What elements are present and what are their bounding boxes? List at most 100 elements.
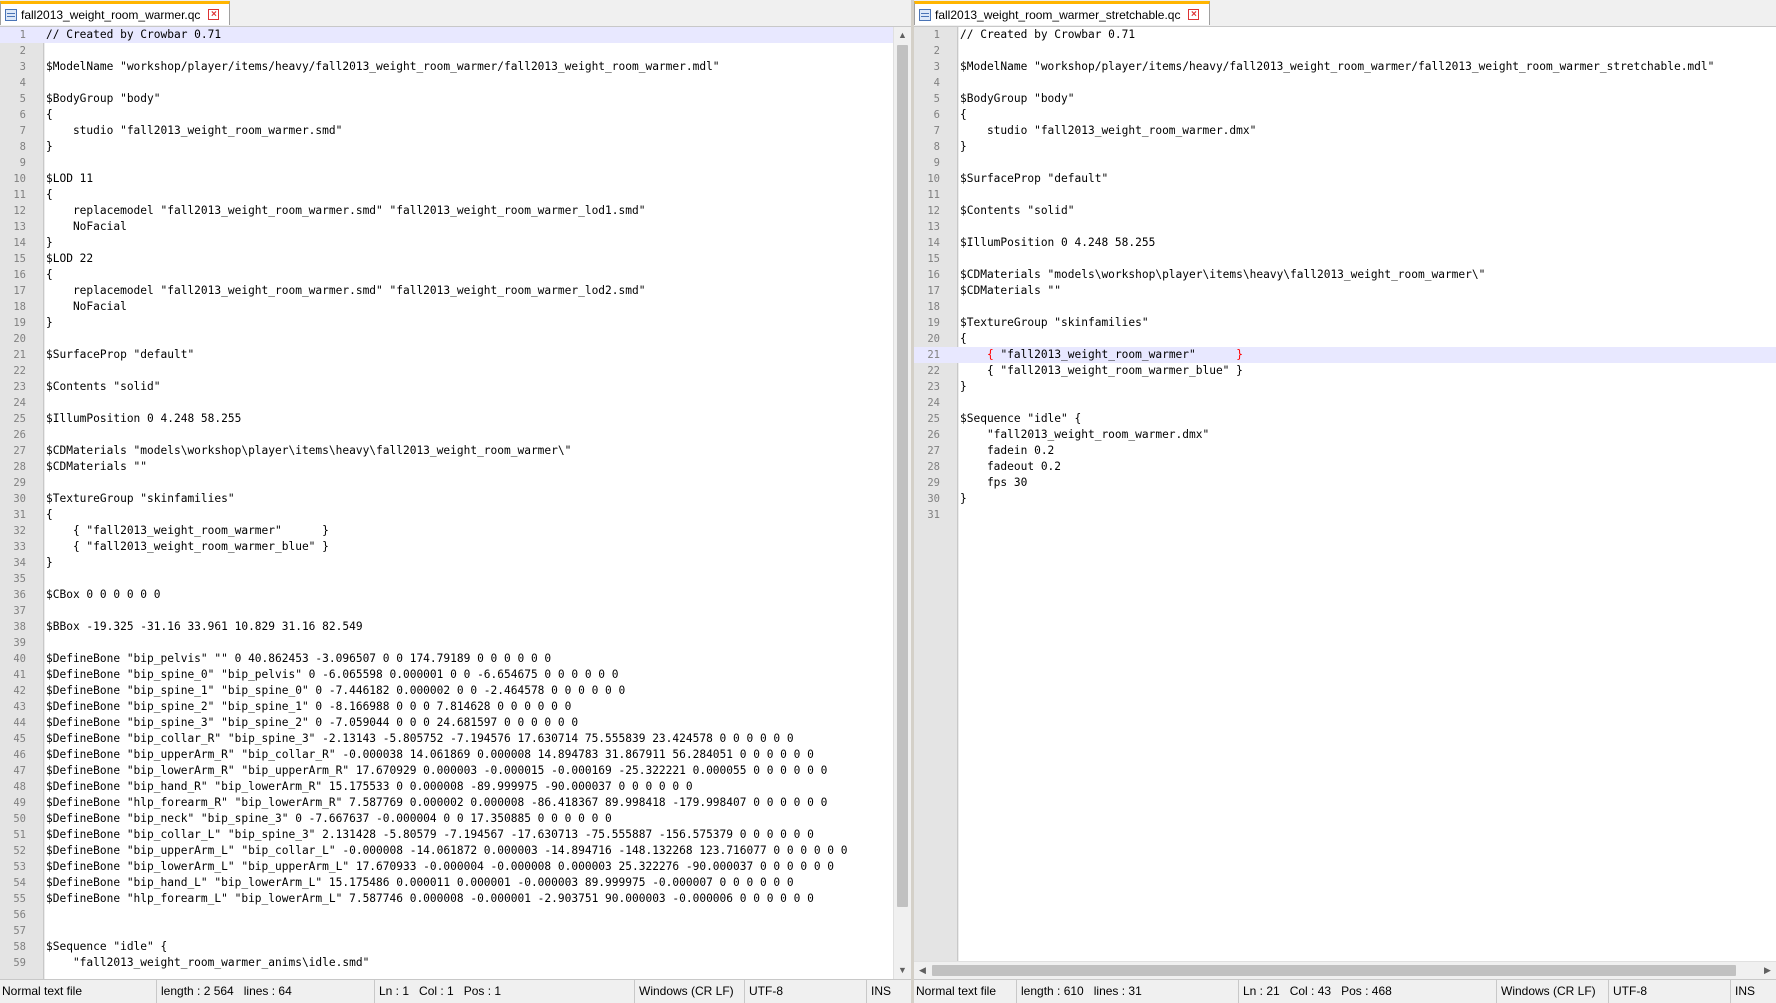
code-line[interactable]: 7 studio "fall2013_weight_room_warmer.sm… xyxy=(0,123,911,139)
code-line[interactable]: 5 $BodyGroup "body" xyxy=(914,91,1776,107)
left-editor[interactable]: 1// Created by Crowbar 0.71 2 3 $ModelName … xyxy=(0,27,911,979)
code-line[interactable]: 16 { xyxy=(0,267,911,283)
code-line[interactable]: 17 $CDMaterials "" xyxy=(914,283,1776,299)
code-line[interactable]: 3 $ModelName "workshop/player/items/heavy… xyxy=(914,59,1776,75)
code-line[interactable]: 7 studio "fall2013_weight_room_warmer.dm… xyxy=(914,123,1776,139)
code-line[interactable]: 19 $TextureGroup "skinfamilies" xyxy=(914,315,1776,331)
code-line[interactable]: 52 $DefineBone "bip_upperArm_L" "bip_coll… xyxy=(0,843,911,859)
code-line[interactable]: 27 fadein 0.2 xyxy=(914,443,1776,459)
text-area[interactable]: 1// Created by Crowbar 0.71 2 3 $ModelName … xyxy=(914,27,1776,523)
code-line[interactable]: 23} xyxy=(914,379,1776,395)
code-line[interactable]: 43 $DefineBone "bip_spine_2" "bip_spine_1… xyxy=(0,699,911,715)
code-line[interactable]: 18 xyxy=(914,299,1776,315)
code-line[interactable]: 20 { xyxy=(914,331,1776,347)
code-line[interactable]: 31 xyxy=(914,507,1776,523)
code-line[interactable]: 11 xyxy=(914,187,1776,203)
code-line[interactable]: 30} xyxy=(914,491,1776,507)
code-line[interactable]: 9 xyxy=(0,155,911,171)
code-line[interactable]: 27 $CDMaterials "models\workshop\player\i… xyxy=(0,443,911,459)
code-line[interactable]: 50 $DefineBone "bip_neck" "bip_spine_3" 0… xyxy=(0,811,911,827)
code-line[interactable]: 13 NoFacial xyxy=(0,219,911,235)
code-line[interactable]: 45 $DefineBone "bip_collar_R" "bip_spine_… xyxy=(0,731,911,747)
code-line[interactable]: 22 { "fall2013_weight_room_warmer_blue" … xyxy=(914,363,1776,379)
code-line[interactable]: 1 // Created by Crowbar 0.71 xyxy=(914,27,1776,43)
code-line[interactable]: 36 $CBox 0 0 0 0 0 0 xyxy=(0,587,911,603)
code-line[interactable]: 24 xyxy=(0,395,911,411)
code-line[interactable]: 16 $CDMaterials "models\workshop\player\i… xyxy=(914,267,1776,283)
scroll-thumb[interactable] xyxy=(897,45,908,907)
status-eol[interactable]: Windows (CR LF) xyxy=(1496,980,1611,1003)
code-line[interactable]: 39 xyxy=(0,635,911,651)
code-line[interactable]: 33 { "fall2013_weight_room_warmer_blue" … xyxy=(0,539,911,555)
code-line[interactable]: 57 xyxy=(0,923,911,939)
code-line[interactable]: 15 $LOD 22 xyxy=(0,251,911,267)
text-area[interactable]: 1// Created by Crowbar 0.71 2 3 $ModelName … xyxy=(0,27,911,971)
code-line[interactable]: 22 xyxy=(0,363,911,379)
code-line[interactable]: 51 $DefineBone "bip_collar_L" "bip_spine_… xyxy=(0,827,911,843)
vertical-scrollbar[interactable]: ▲ ▼ xyxy=(893,27,911,979)
code-line[interactable]: 12 replacemodel "fall2013_weight_room_wa… xyxy=(0,203,911,219)
scroll-left-icon[interactable]: ◀ xyxy=(914,962,931,979)
code-line[interactable]: 38 $BBox -19.325 -31.16 33.961 10.829 31.… xyxy=(0,619,911,635)
code-line[interactable]: 25 $Sequence "idle" { xyxy=(914,411,1776,427)
code-line[interactable]: 26 xyxy=(0,427,911,443)
code-line[interactable]: 29 fps 30 xyxy=(914,475,1776,491)
code-line[interactable]: 17 replacemodel "fall2013_weight_room_wa… xyxy=(0,283,911,299)
code-line[interactable]: 54 $DefineBone "bip_hand_L" "bip_lowerArm… xyxy=(0,875,911,891)
code-line[interactable]: 1 // Created by Crowbar 0.71 xyxy=(0,27,911,43)
code-line[interactable]: 14 $IllumPosition 0 4.248 58.255 xyxy=(914,235,1776,251)
code-line[interactable]: 59 "fall2013_weight_room_warmer_anims\id… xyxy=(0,955,911,971)
code-line[interactable]: 30 $TextureGroup "skinfamilies" xyxy=(0,491,911,507)
code-line[interactable]: 25 $IllumPosition 0 4.248 58.255 xyxy=(0,411,911,427)
close-icon[interactable]: × xyxy=(1188,9,1200,20)
code-line[interactable]: 28 fadeout 0.2 xyxy=(914,459,1776,475)
code-line[interactable]: 6{ xyxy=(914,107,1776,123)
code-line[interactable]: 12 $Contents "solid" xyxy=(914,203,1776,219)
code-line[interactable]: 2 xyxy=(914,43,1776,59)
code-line[interactable]: 37 xyxy=(0,603,911,619)
code-line[interactable]: 21 $SurfaceProp "default" xyxy=(0,347,911,363)
tab-right-file[interactable]: fall2013_weight_room_warmer_stretchable.… xyxy=(914,1,1211,25)
code-line[interactable]: 3 $ModelName "workshop/player/items/heavy… xyxy=(0,59,911,75)
code-line[interactable]: 5 $BodyGroup "body" xyxy=(0,91,911,107)
code-line[interactable]: 10 $SurfaceProp "default" xyxy=(914,171,1776,187)
code-line[interactable]: 10 $LOD 11 xyxy=(0,171,911,187)
code-line[interactable]: 44 $DefineBone "bip_spine_3" "bip_spine_2… xyxy=(0,715,911,731)
code-line[interactable]: 42 $DefineBone "bip_spine_1" "bip_spine_0… xyxy=(0,683,911,699)
code-line[interactable]: 8} xyxy=(914,139,1776,155)
code-line[interactable]: 56 xyxy=(0,907,911,923)
code-line[interactable]: 34} xyxy=(0,555,911,571)
code-line[interactable]: 8} xyxy=(0,139,911,155)
code-line[interactable]: 4 xyxy=(914,75,1776,91)
code-line[interactable]: 2 xyxy=(0,43,911,59)
scroll-right-icon[interactable]: ▶ xyxy=(1759,962,1776,979)
code-line[interactable]: 58 $Sequence "idle" { xyxy=(0,939,911,955)
close-icon[interactable]: × xyxy=(208,9,220,20)
status-eol[interactable]: Windows (CR LF) xyxy=(634,980,747,1003)
code-line[interactable]: 40 $DefineBone "bip_pelvis" "" 0 40.86245… xyxy=(0,651,911,667)
code-line[interactable]: 13 xyxy=(914,219,1776,235)
horizontal-scrollbar[interactable]: ◀ ▶ xyxy=(914,961,1776,979)
code-line[interactable]: 53 $DefineBone "bip_lowerArm_L" "bip_uppe… xyxy=(0,859,911,875)
tab-left-file[interactable]: fall2013_weight_room_warmer.qc × xyxy=(0,1,231,25)
code-line[interactable]: 24 xyxy=(914,395,1776,411)
code-line[interactable]: 26 "fall2013_weight_room_warmer.dmx" xyxy=(914,427,1776,443)
scroll-thumb[interactable] xyxy=(932,965,1736,976)
code-line[interactable]: 18 NoFacial xyxy=(0,299,911,315)
code-line[interactable]: 35 xyxy=(0,571,911,587)
code-line[interactable]: 55 $DefineBone "hlp_forearm_L" "bip_lower… xyxy=(0,891,911,907)
code-line[interactable]: 21 { "fall2013_weight_room_warmer" } xyxy=(914,347,1776,363)
code-line[interactable]: 11 { xyxy=(0,187,911,203)
code-line[interactable]: 4 xyxy=(0,75,911,91)
code-line[interactable]: 14} xyxy=(0,235,911,251)
code-line[interactable]: 48 $DefineBone "bip_hand_R" "bip_lowerArm… xyxy=(0,779,911,795)
scroll-down-icon[interactable]: ▼ xyxy=(894,962,911,979)
code-line[interactable]: 28 $CDMaterials "" xyxy=(0,459,911,475)
code-line[interactable]: 49 $DefineBone "hlp_forearm_R" "bip_lower… xyxy=(0,795,911,811)
code-line[interactable]: 32 { "fall2013_weight_room_warmer" } xyxy=(0,523,911,539)
code-line[interactable]: 9 xyxy=(914,155,1776,171)
code-line[interactable]: 23 $Contents "solid" xyxy=(0,379,911,395)
code-line[interactable]: 41 $DefineBone "bip_spine_0" "bip_pelvis"… xyxy=(0,667,911,683)
right-editor[interactable]: 1// Created by Crowbar 0.71 2 3 $ModelName … xyxy=(914,27,1776,979)
code-line[interactable]: 47 $DefineBone "bip_lowerArm_R" "bip_uppe… xyxy=(0,763,911,779)
